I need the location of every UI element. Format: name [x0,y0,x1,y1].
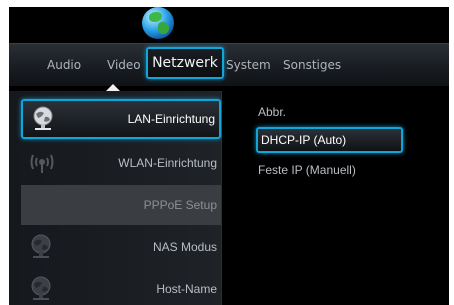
option-dhcp-auto[interactable]: DHCP-IP (Auto) [256,127,403,153]
menu-item-hostname[interactable]: Host-Name [21,269,221,305]
menu-item-label: Host-Name [156,282,217,296]
menu-item-label: PPPoE Setup [143,198,217,212]
menu-item-nas[interactable]: NAS Modus [21,227,221,267]
network-globe-icon [31,234,51,258]
caret-up-icon [106,84,120,91]
left-menu: LAN-Einrichtung WLAN-Einrichtung PPPoE S… [9,91,222,305]
settings-screen: Audio Video Netzwerk System Sonstiges LA… [9,7,449,305]
network-globe-icon [33,106,53,130]
tab-sonstiges[interactable]: Sonstiges [283,58,341,72]
option-static-ip[interactable]: Feste IP (Manuell) [258,163,356,177]
menu-item-label: WLAN-Einrichtung [118,156,217,170]
menu-item-lan[interactable]: LAN-Einrichtung [21,99,221,139]
tab-bar: Audio Video Netzwerk System Sonstiges [9,43,449,86]
network-globe-icon [142,7,174,39]
network-globe-icon [31,276,51,300]
tab-audio[interactable]: Audio [47,58,81,72]
menu-item-pppoe[interactable]: PPPoE Setup [21,185,221,225]
menu-item-label: LAN-Einrichtung [127,112,215,126]
tab-video[interactable]: Video [107,58,141,72]
wifi-signal-icon [30,154,54,173]
menu-item-wlan[interactable]: WLAN-Einrichtung [21,143,221,183]
options-panel: Abbr. DHCP-IP (Auto) Feste IP (Manuell) [222,91,449,305]
tab-system[interactable]: System [226,58,271,72]
tab-netzwerk[interactable]: Netzwerk [146,47,224,79]
menu-item-label: NAS Modus [152,240,217,254]
option-abbr[interactable]: Abbr. [258,105,286,119]
